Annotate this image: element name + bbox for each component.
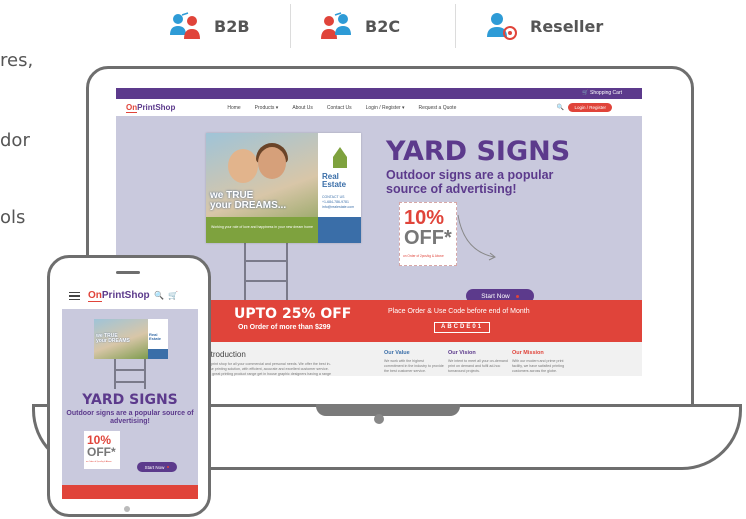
cart-icon[interactable]: 🛒: [168, 291, 178, 300]
promo-title: UPTO 25% OFF: [234, 306, 352, 322]
column-heading: Our Mission: [512, 350, 544, 356]
main-nav: OnPrintShop Home Products ▾ About Us Con…: [116, 99, 642, 116]
phone-home-button: [124, 506, 130, 512]
promo-code[interactable]: ABCDE01: [434, 322, 490, 333]
contact-phone: +1-684-786-9781: [322, 200, 349, 204]
phone-hero-title: YARD SIGNS: [82, 392, 178, 408]
phone-logo[interactable]: OnPrintShop: [88, 290, 150, 302]
column-heading: Our Value: [384, 350, 410, 356]
column-text: We work with the highest commitment in t…: [384, 359, 444, 373]
segment-label: Reseller: [530, 16, 604, 36]
search-icon[interactable]: 🔍: [154, 291, 164, 300]
column-heading: Our Vision: [448, 350, 476, 356]
phone-speaker: [116, 271, 140, 274]
nav-about[interactable]: About Us: [292, 105, 313, 111]
nav-quote[interactable]: Request a Quote: [419, 105, 457, 111]
sign-green-band: Working your role of love and happiness …: [206, 217, 318, 243]
discount-off: OFF*: [404, 227, 452, 249]
top-strip: 🛒 Shopping Cart: [116, 88, 642, 99]
contact-email: info@realestate.com: [322, 205, 355, 209]
column-text: With our modern and prime print facility…: [512, 359, 565, 373]
brand-estate: Estate: [322, 180, 347, 189]
promo-subtitle: On Order of more than $299: [238, 324, 331, 331]
site-logo[interactable]: OnPrintShop: [126, 103, 175, 113]
sign-rung: [244, 260, 288, 262]
segment-b2c[interactable]: B2C: [290, 4, 455, 48]
hero-subtitle: Outdoor signs are a popular source of ad…: [386, 168, 554, 196]
value-column: Our Value We work with the highest commi…: [384, 350, 444, 374]
sign-post: [286, 243, 288, 300]
sign-rung: [114, 381, 146, 383]
phone-promo-band: [62, 485, 198, 499]
curved-arrow-icon: [457, 214, 496, 261]
nav-login[interactable]: Login / Register ▾: [366, 105, 405, 111]
hamburger-menu-icon[interactable]: [69, 292, 80, 300]
segment-label: B2C: [365, 16, 401, 36]
phone-yard-sign-image: we TRUE your DREAMS Real Estate: [94, 319, 168, 359]
nav-contact[interactable]: Contact Us: [327, 105, 352, 111]
sign-tagline: your DREAMS: [96, 338, 130, 344]
segment-reseller[interactable]: Reseller: [455, 4, 630, 48]
sign-brand-panel: Real Estate CONTACT US +1-684-786-9781 info…: [318, 133, 361, 243]
search-icon[interactable]: 🔍: [557, 104, 564, 111]
discount-note: on Order of 2pcs/kg & Above: [403, 254, 444, 258]
phone-hero-subtitle: Outdoor signs are a popular source of ad…: [66, 410, 194, 425]
intro-text: Our print shop for all your commercial a…: [204, 362, 332, 376]
yard-sign-image: we TRUE your DREAMS... Working your role …: [206, 133, 361, 243]
discount-off: OFF*: [87, 445, 116, 459]
login-register-button[interactable]: Login / Register: [568, 103, 612, 112]
mission-column: Our Mission With our modern and prime pr…: [512, 350, 572, 374]
segment-b2b[interactable]: B2B: [150, 4, 290, 48]
discount-note: on Order of 2pcs/kg & Above: [86, 461, 112, 463]
nav-home[interactable]: Home: [227, 105, 240, 111]
sign-post: [114, 359, 116, 389]
segment-tabs: B2B B2C Reseller: [150, 4, 630, 48]
house-logo-icon: [333, 147, 347, 168]
shopping-cart-link[interactable]: 🛒 Shopping Cart: [582, 90, 622, 96]
promo-instructions: Place Order & Use Code before end of Mon…: [388, 308, 530, 315]
phone-start-now-button[interactable]: Start Now: [137, 462, 177, 472]
sign-post: [244, 243, 246, 300]
phone-screen: OnPrintShop 🔍 🛒 we TRUE your DREAMS Real E…: [62, 283, 198, 499]
hero-title: YARD SIGNS: [386, 136, 571, 167]
b2b-users-icon: [170, 12, 200, 39]
sign-rung: [244, 280, 288, 282]
sign-tagline: your DREAMS...: [210, 200, 287, 211]
laptop-hinge: [316, 404, 460, 416]
brand-estate: Estate: [149, 336, 162, 341]
clipped-text: dor: [0, 130, 30, 151]
phone-nav: OnPrintShop 🔍 🛒: [62, 283, 198, 309]
discount-tag: 10% OFF* on Order of 2pcs/kg & Above: [399, 202, 457, 266]
sign-post: [144, 359, 146, 389]
phone-discount-tag: 10% OFF* on Order of 2pcs/kg & Above: [84, 431, 120, 469]
b2c-users-icon: [321, 12, 351, 39]
sign-rung: [114, 369, 146, 371]
segment-label: B2B: [214, 16, 250, 36]
laptop-camera: [374, 414, 384, 424]
nav-products[interactable]: Products ▾: [255, 105, 279, 111]
reseller-user-icon: [487, 13, 517, 40]
column-text: We intent to meet all your on-demand pri…: [448, 359, 508, 373]
vision-column: Our Vision We intent to meet all your on…: [448, 350, 508, 374]
clipped-text: ols: [0, 207, 26, 228]
clipped-text: res,: [0, 50, 34, 71]
contact-heading: CONTACT US: [322, 195, 345, 199]
